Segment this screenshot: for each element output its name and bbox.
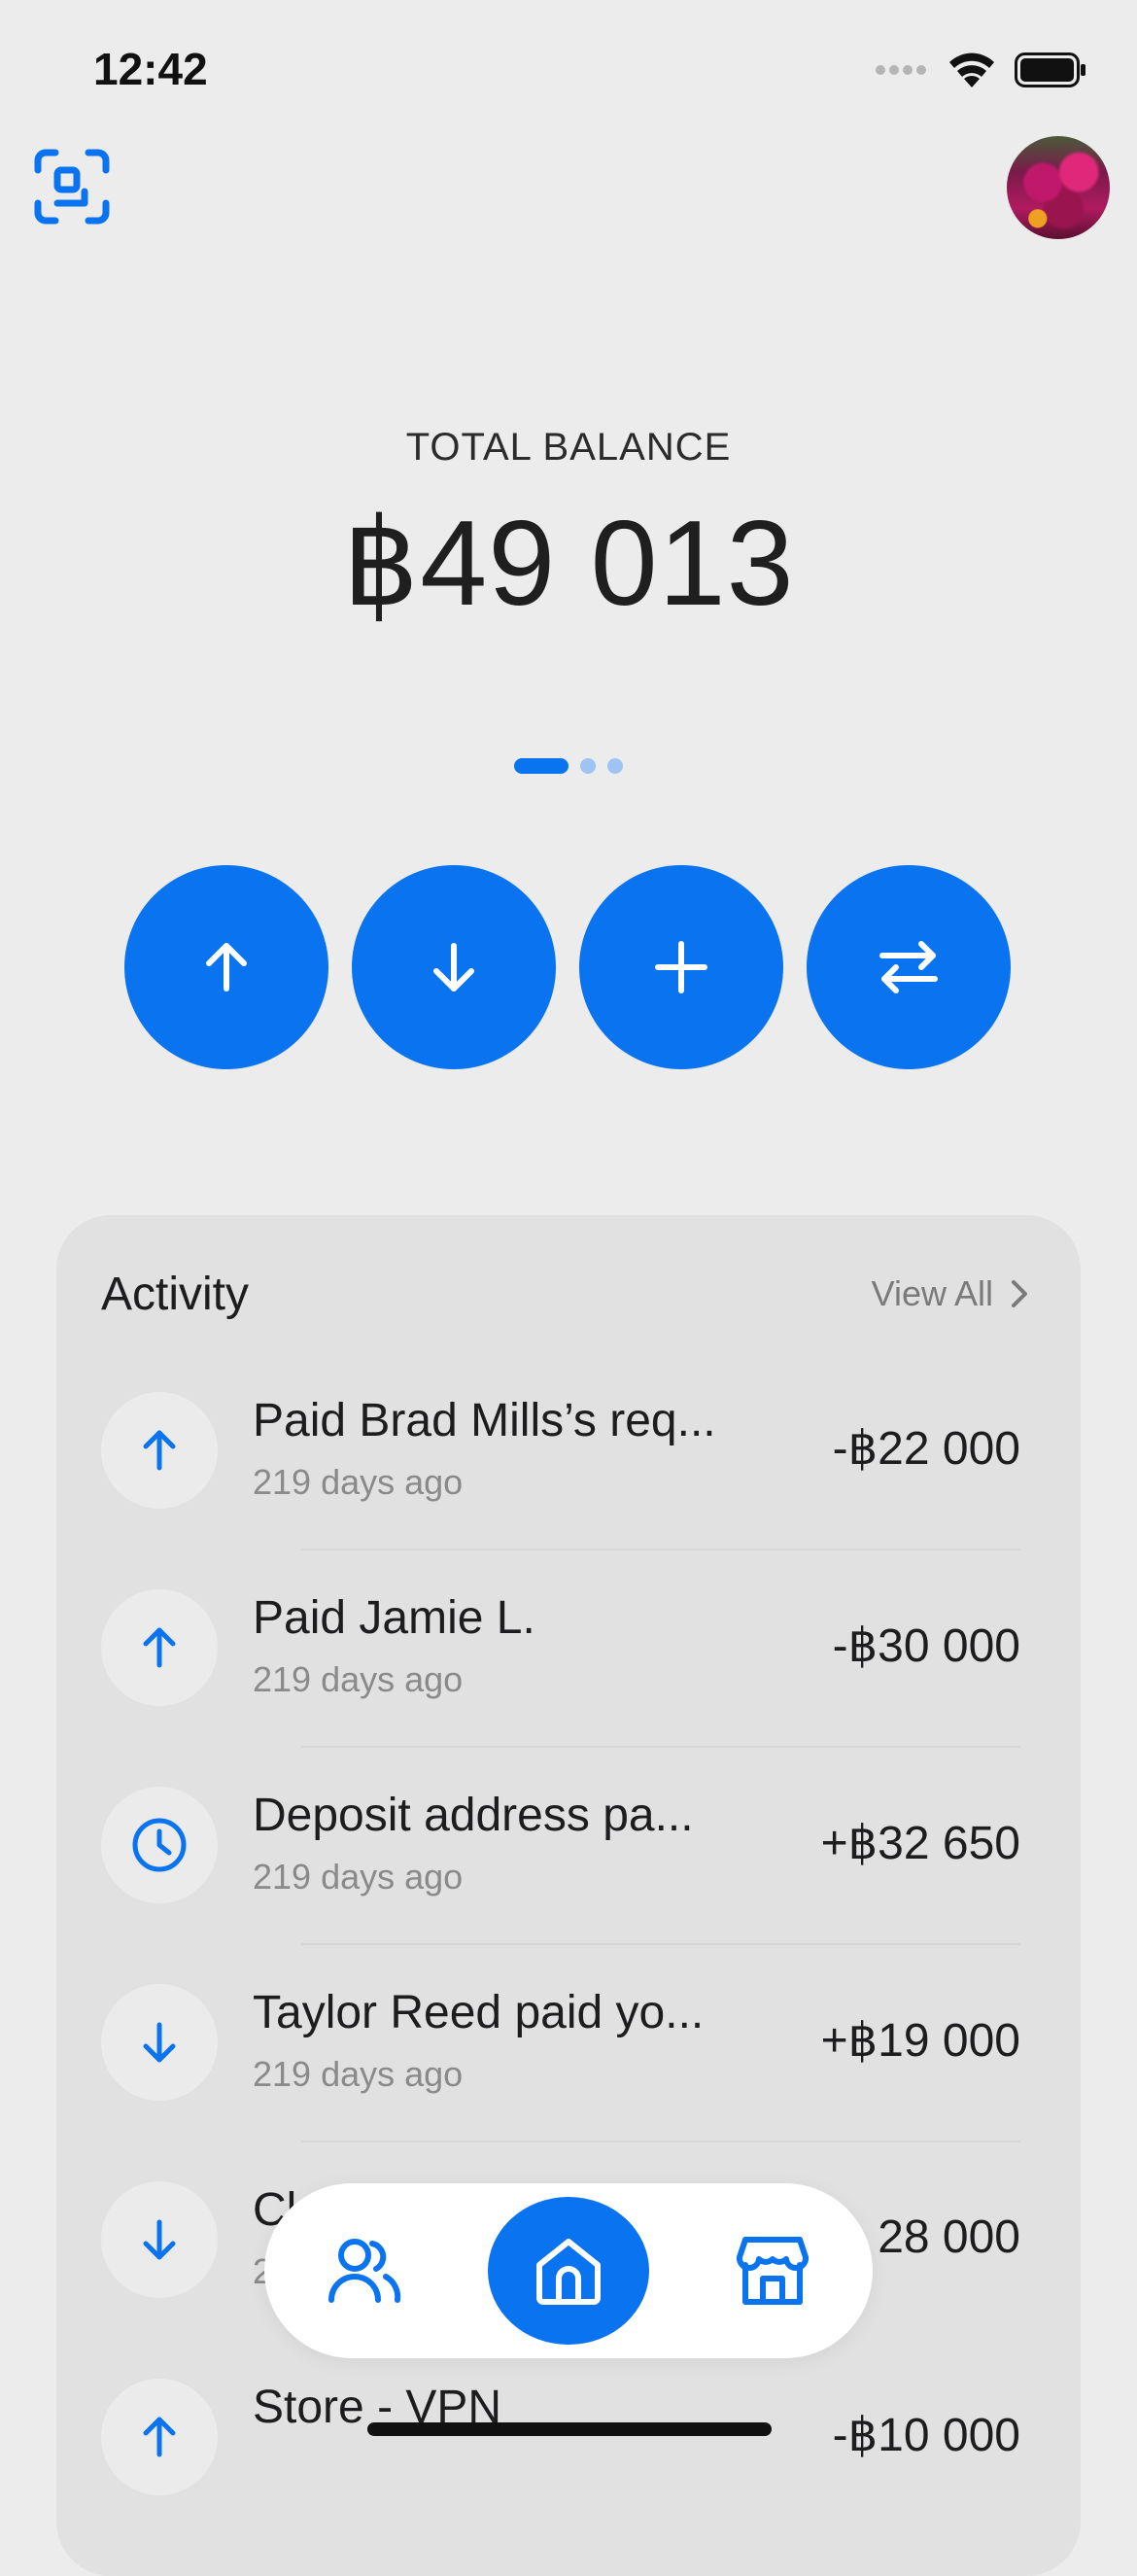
chevron-right-icon — [1012, 1280, 1027, 1307]
battery-icon — [1015, 52, 1085, 87]
view-all-link[interactable]: View All — [872, 1273, 1028, 1314]
activity-title: Activity — [101, 1269, 250, 1320]
home-indicator[interactable] — [367, 2422, 772, 2436]
swap-button[interactable] — [807, 865, 1011, 1069]
transaction-icon — [101, 1392, 218, 1509]
nav-store[interactable] — [692, 2197, 853, 2345]
page-dot — [607, 758, 623, 774]
transaction-amount: 28 000 — [878, 2211, 1020, 2263]
page-indicator[interactable] — [0, 758, 1137, 774]
avatar[interactable] — [1007, 136, 1110, 239]
clock-icon — [132, 1818, 187, 1872]
transaction-date: 219 days ago — [253, 1857, 464, 1897]
add-funds-button[interactable] — [579, 865, 783, 1069]
transaction-row[interactable]: Paid Jamie L. 219 days ago -฿30 000 — [101, 1550, 1020, 1748]
swap-icon — [879, 941, 938, 993]
transaction-icon — [101, 1787, 218, 1903]
balance-amount: ฿49 013 — [342, 497, 795, 631]
arrow-up-icon — [206, 943, 247, 992]
transaction-amount: +฿32 650 — [820, 1818, 1020, 1869]
send-button[interactable] — [124, 865, 328, 1069]
transaction-title: Paid Jamie L. — [253, 1592, 535, 1644]
arrow-up-icon — [143, 2417, 176, 2457]
transaction-amount: -฿30 000 — [832, 1620, 1020, 1672]
signal-icon — [876, 65, 926, 75]
page-dot — [580, 758, 596, 774]
transaction-row[interactable]: Store - VPN -฿10 000 — [101, 2340, 1020, 2537]
transaction-row[interactable]: Paid Brad Mills’s req... 219 days ago -฿… — [101, 1353, 1020, 1550]
bottom-nav — [264, 2183, 873, 2358]
scan-icon — [34, 149, 110, 225]
transaction-date: 219 days ago — [253, 2054, 464, 2094]
status-time: 12:42 — [93, 44, 208, 94]
transaction-amount: -฿10 000 — [832, 2410, 1020, 2461]
plus-icon — [655, 941, 707, 993]
status-icons — [875, 51, 1086, 89]
balance-label: TOTAL BALANCE — [405, 426, 732, 469]
nav-contacts[interactable] — [284, 2197, 445, 2345]
store-icon — [736, 2237, 810, 2305]
action-buttons — [124, 865, 1011, 1069]
transaction-row[interactable]: Deposit address pa... 219 days ago +฿32 … — [101, 1748, 1020, 1945]
page-dot-active — [514, 758, 568, 774]
arrow-down-icon — [433, 943, 474, 992]
arrow-up-icon — [143, 1430, 176, 1471]
scan-qr-button[interactable] — [33, 148, 111, 226]
transaction-date: 219 days ago — [253, 1462, 464, 1502]
transaction-title: Deposit address pa... — [253, 1790, 694, 1841]
view-all-label: View All — [871, 1273, 993, 1313]
transaction-row[interactable]: Taylor Reed paid yo... 219 days ago +฿19… — [101, 1945, 1020, 2142]
transaction-amount: -฿22 000 — [832, 1423, 1020, 1475]
arrow-up-icon — [143, 1627, 176, 1668]
transaction-icon — [101, 2379, 218, 2495]
nav-home[interactable] — [488, 2197, 649, 2345]
home-icon — [536, 2239, 601, 2305]
transaction-title: Paid Brad Mills’s req... — [253, 1395, 716, 1446]
wifi-icon — [949, 52, 994, 87]
transaction-title: Taylor Reed paid yo... — [253, 1987, 705, 2038]
transaction-date: 219 days ago — [253, 1659, 464, 1699]
transaction-icon — [101, 1589, 218, 1706]
arrow-down-icon — [143, 2219, 176, 2260]
arrow-down-icon — [143, 2022, 176, 2063]
transaction-amount: +฿19 000 — [820, 2015, 1020, 2067]
transaction-icon — [101, 2181, 218, 2298]
contacts-icon — [328, 2239, 401, 2303]
receive-button[interactable] — [352, 865, 556, 1069]
transaction-icon — [101, 1984, 218, 2101]
